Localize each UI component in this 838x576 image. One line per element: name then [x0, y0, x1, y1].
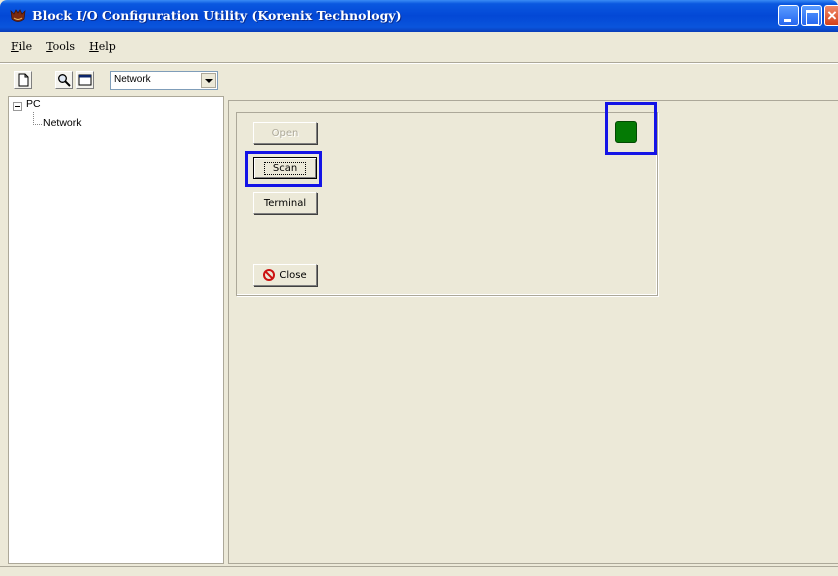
- status-bar: [0, 566, 838, 576]
- toolbar-separator: [0, 62, 838, 64]
- app-window: Block I/O Configuration Utility (Korenix…: [0, 0, 838, 576]
- minimize-button[interactable]: [778, 5, 799, 26]
- open-button[interactable]: Open: [253, 122, 317, 144]
- collapse-icon[interactable]: [13, 102, 22, 111]
- new-button[interactable]: [14, 71, 32, 89]
- chevron-down-icon[interactable]: [201, 73, 216, 88]
- network-selector[interactable]: Network: [110, 71, 218, 90]
- close-button-label: Close: [279, 269, 307, 281]
- close-button[interactable]: Close: [253, 264, 317, 286]
- menu-help[interactable]: Help: [86, 38, 119, 56]
- tree-node-pc[interactable]: PC: [26, 98, 41, 110]
- status-indicator-highlight: [605, 102, 657, 155]
- title-bar[interactable]: Block I/O Configuration Utility (Korenix…: [0, 0, 838, 32]
- scan-highlight: [245, 151, 322, 187]
- tree-connector: [33, 124, 42, 125]
- menu-help-accel: H: [89, 40, 99, 53]
- magnifier-icon: [58, 74, 71, 87]
- terminal-button[interactable]: Terminal: [253, 192, 317, 214]
- window-title: Block I/O Configuration Utility (Korenix…: [32, 8, 402, 23]
- search-button[interactable]: [55, 71, 73, 89]
- app-icon: [10, 9, 26, 22]
- window-button[interactable]: [76, 71, 94, 89]
- menu-bar: File Tools Help: [0, 38, 119, 56]
- stop-icon: [263, 269, 276, 281]
- menu-help-label: elp: [98, 40, 116, 53]
- menu-file-accel: F: [11, 40, 19, 53]
- menu-tools[interactable]: Tools: [43, 38, 78, 56]
- menu-tools-label: ools: [52, 40, 76, 53]
- terminal-button-label: Terminal: [263, 197, 307, 209]
- menu-file-label: ile: [18, 40, 33, 53]
- device-tree: PC Network: [8, 96, 224, 564]
- maximize-button[interactable]: [801, 5, 822, 26]
- tree-node-network[interactable]: Network: [43, 117, 82, 129]
- close-window-button[interactable]: [824, 5, 838, 26]
- menu-file[interactable]: File: [8, 38, 35, 56]
- new-document-icon: [18, 73, 29, 87]
- open-button-label: Open: [271, 127, 299, 139]
- network-selector-value: Network: [114, 74, 151, 85]
- window-icon: [78, 74, 92, 86]
